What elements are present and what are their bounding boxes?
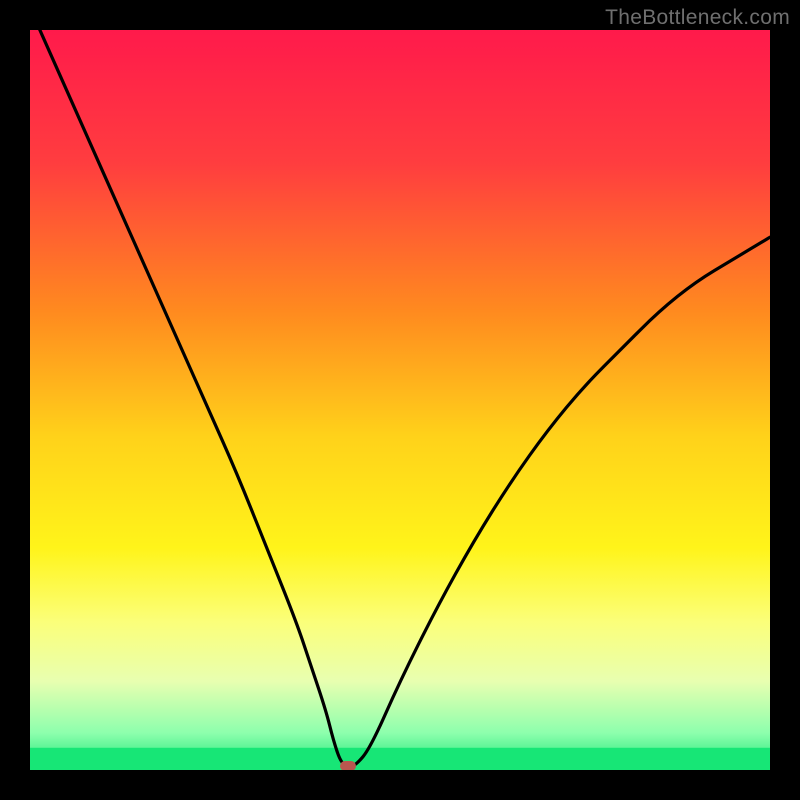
chart-frame: TheBottleneck.com <box>0 0 800 800</box>
optimal-point-marker <box>340 761 356 770</box>
watermark-text: TheBottleneck.com <box>605 6 790 30</box>
chart-svg <box>30 30 770 770</box>
gradient-background <box>30 30 770 770</box>
green-band <box>30 748 770 770</box>
chart-plot-area <box>30 30 770 770</box>
